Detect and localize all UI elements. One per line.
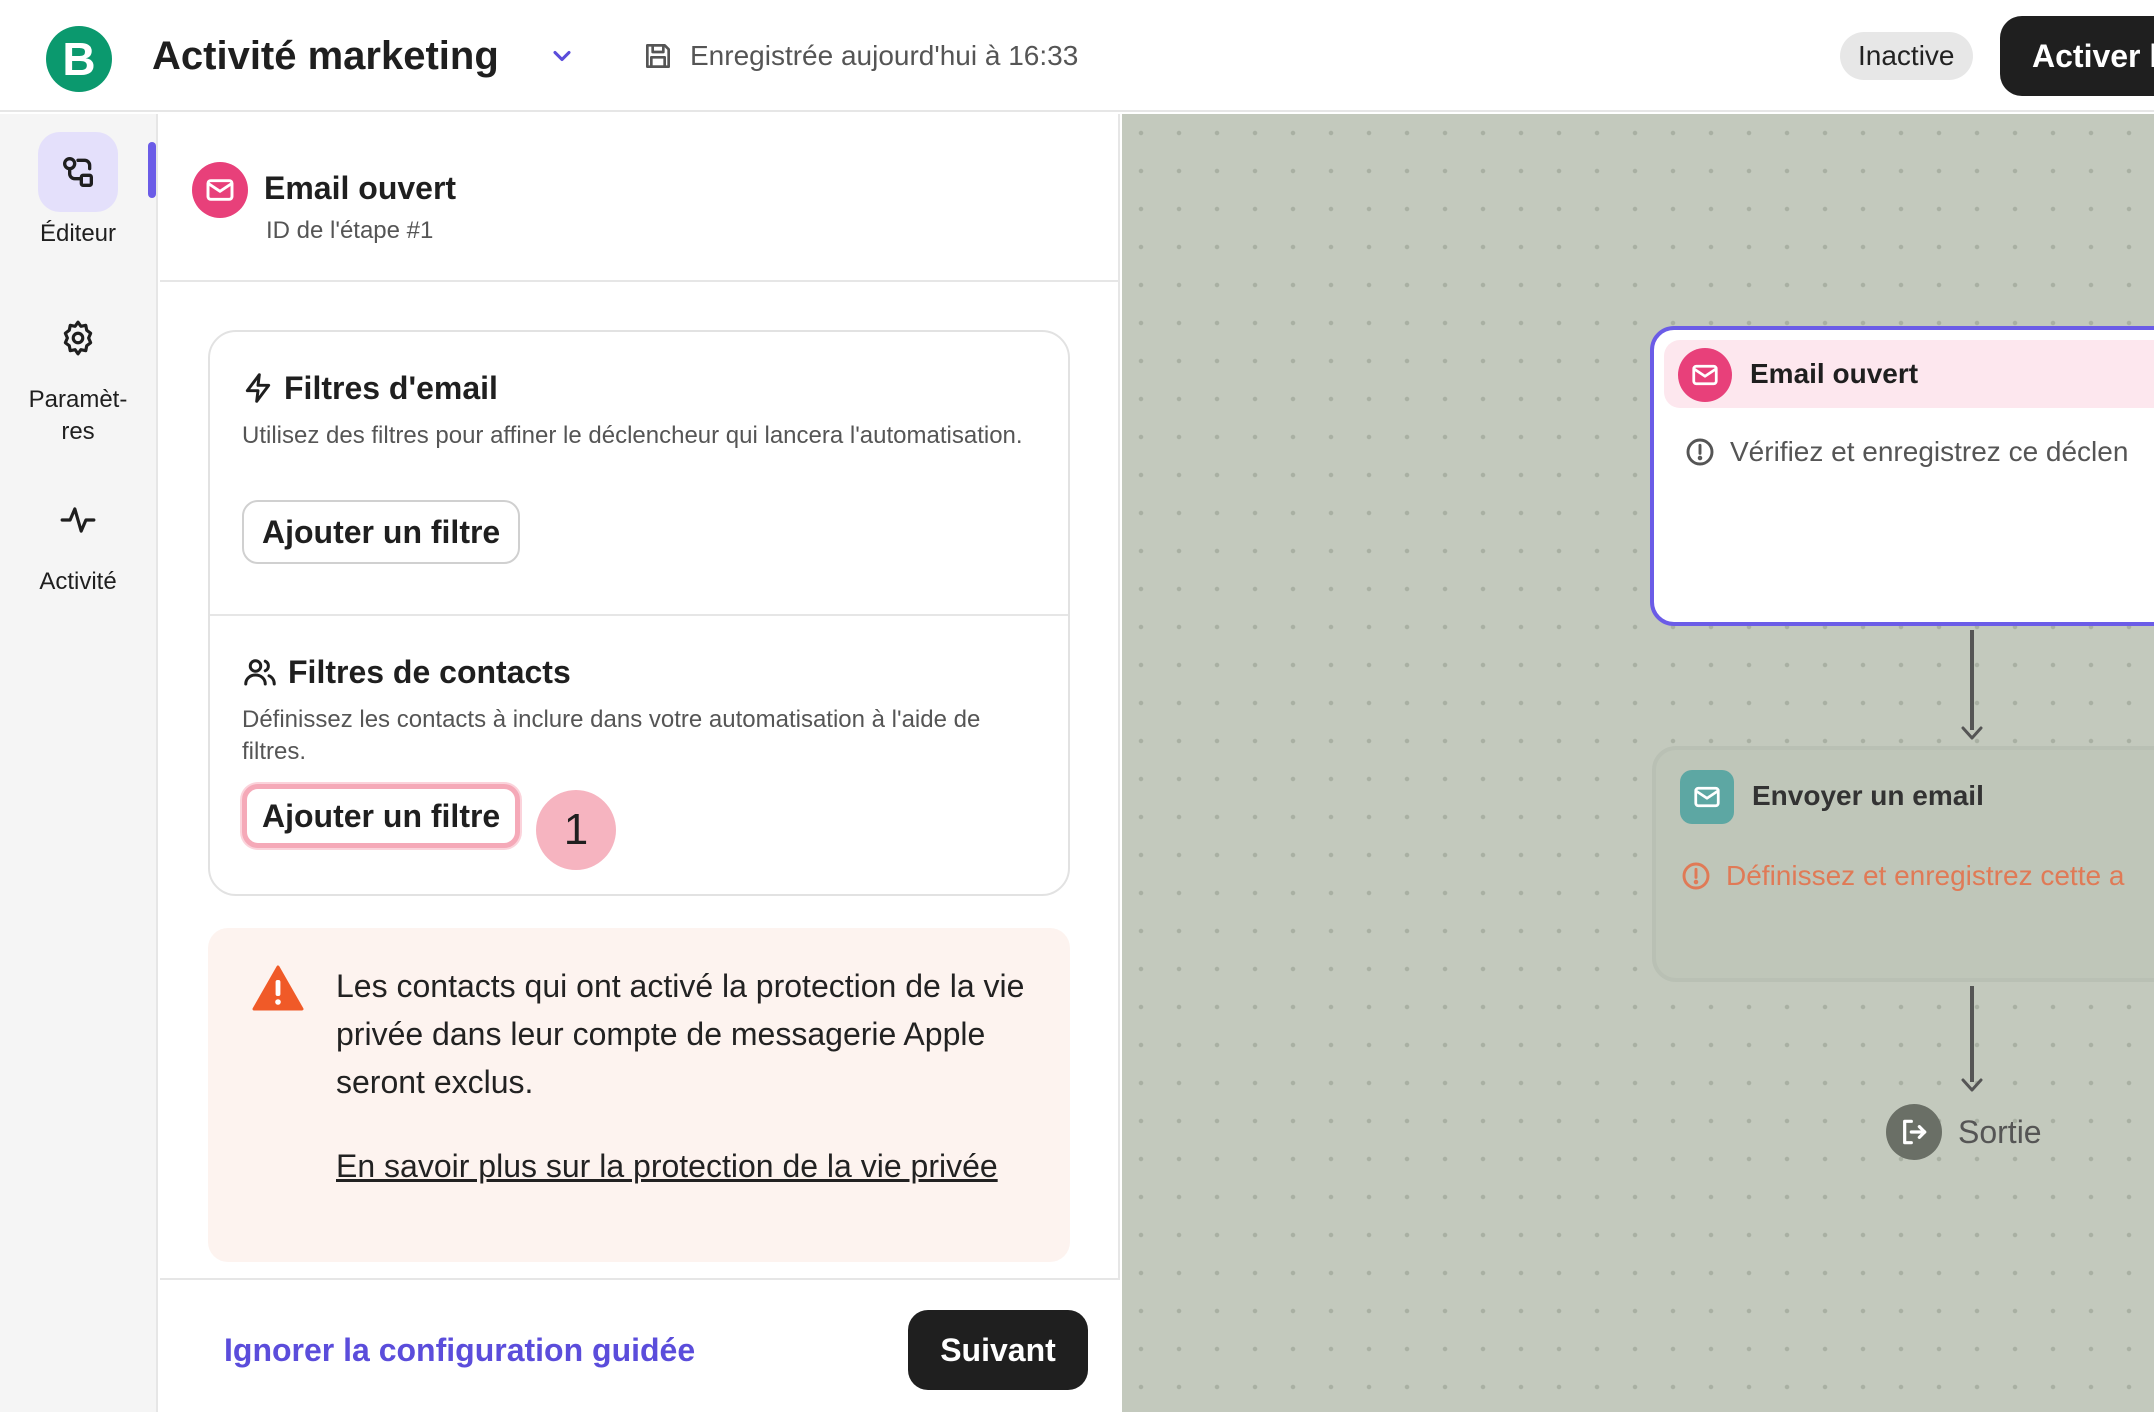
envelope-icon: [1680, 770, 1734, 824]
chevron-down-icon[interactable]: [548, 42, 576, 70]
send-email-node-title: Envoyer un email: [1752, 780, 1984, 811]
step-config-panel: Email ouvert ID de l'étape #1 Filtres d'…: [160, 114, 1120, 1412]
info-circle-icon: [1686, 438, 1714, 466]
email-filters-title-text: Filtres d'email: [284, 370, 498, 406]
exit-label: Sortie: [1958, 1114, 2042, 1150]
warning-text: Les contacts qui ont activé la protectio…: [336, 968, 1025, 1100]
email-filters-title: Filtres d'email: [242, 368, 498, 408]
nav-item-activity[interactable]: Activité: [0, 480, 156, 598]
activity-icon: [38, 480, 118, 560]
activate-button[interactable]: Activer l: [2000, 16, 2154, 96]
brevo-logo[interactable]: B: [46, 26, 112, 92]
alert-circle-icon: [1682, 862, 1710, 890]
nav-label-settings-line1: Paramèt-: [28, 386, 128, 413]
users-icon: [244, 659, 276, 686]
send-email-node[interactable]: Envoyer un email Définissez et enregistr…: [1652, 746, 2154, 982]
status-badge: Inactive: [1840, 32, 1973, 80]
lightning-icon: [245, 373, 271, 403]
arrow-down-icon: [1961, 726, 1983, 740]
save-status: Enregistrée aujourd'hui à 16:33: [690, 40, 1079, 71]
email-filters-description: Utilisez des filtres pour affiner le déc…: [242, 422, 1023, 449]
nav-item-editor[interactable]: Éditeur: [0, 132, 156, 250]
send-email-node-message: Définissez et enregistrez cette a: [1680, 858, 2124, 894]
step-id: ID de l'étape #1: [266, 217, 434, 244]
exit-icon: [1886, 1104, 1942, 1160]
trigger-node-message-text: Vérifiez et enregistrez ce déclen: [1730, 436, 2129, 467]
editor-icon: [38, 132, 118, 212]
trigger-node-header: Email ouvert: [1664, 340, 2154, 408]
trigger-node-message: Vérifiez et enregistrez ce déclen: [1684, 434, 2128, 470]
filters-card: Filtres d'email Utilisez des filtres pou…: [208, 330, 1070, 896]
nav-label-settings: Paramèt- res: [0, 384, 156, 448]
save-icon: [646, 44, 670, 68]
send-email-node-message-text: Définissez et enregistrez cette a: [1726, 860, 2125, 891]
panel-header: Email ouvert ID de l'étape #1: [160, 114, 1120, 282]
trigger-node[interactable]: Email ouvert Vérifiez et enregistrez ce …: [1650, 326, 2154, 626]
top-bar: B Activité marketing Enregistrée aujourd…: [0, 0, 2154, 112]
privacy-learn-more-link[interactable]: En savoir plus sur la protection de la v…: [336, 1142, 1036, 1190]
card-divider: [210, 614, 1068, 616]
connector-line: [1970, 630, 1974, 730]
exit-node[interactable]: Sortie: [1886, 1104, 2042, 1160]
nav-label-editor: Éditeur: [39, 220, 117, 247]
trigger-node-title: Email ouvert: [1750, 358, 1919, 389]
add-email-filter-button[interactable]: Ajouter un filtre: [242, 500, 521, 564]
contact-filters-title: Filtres de contacts: [242, 652, 571, 692]
envelope-icon: [192, 162, 248, 218]
workflow-canvas[interactable]: Email ouvert Vérifiez et enregistrez ce …: [1122, 114, 2154, 1412]
panel-footer: Ignorer la configuration guidée Suivant: [160, 1278, 1120, 1412]
warning-icon: [252, 965, 304, 1011]
gear-icon: [38, 298, 118, 378]
contact-filters-description: Définissez les contacts à inclure dans v…: [242, 706, 981, 765]
nav-item-settings[interactable]: Paramèt- res: [0, 298, 156, 448]
connector-line: [1970, 986, 1974, 1082]
contact-filters-title-text: Filtres de contacts: [288, 654, 571, 690]
step-marker: 1: [536, 790, 616, 870]
envelope-icon: [1678, 348, 1732, 402]
next-button[interactable]: Suivant: [908, 1310, 1088, 1390]
nav-label-settings-line2: res: [61, 418, 95, 445]
skip-guided-setup-link[interactable]: Ignorer la configuration guidée: [224, 1330, 695, 1370]
add-contact-filter-button[interactable]: Ajouter un filtre: [242, 784, 521, 848]
arrow-down-icon: [1961, 1078, 1983, 1092]
automation-title[interactable]: Activité marketing: [152, 30, 499, 82]
step-title: Email ouvert: [264, 170, 457, 206]
left-nav-rail: Éditeur Paramèt- res Activité: [0, 114, 158, 1412]
privacy-warning: Les contacts qui ont activé la protectio…: [208, 928, 1070, 1262]
nav-label-activity: Activité: [39, 568, 117, 595]
